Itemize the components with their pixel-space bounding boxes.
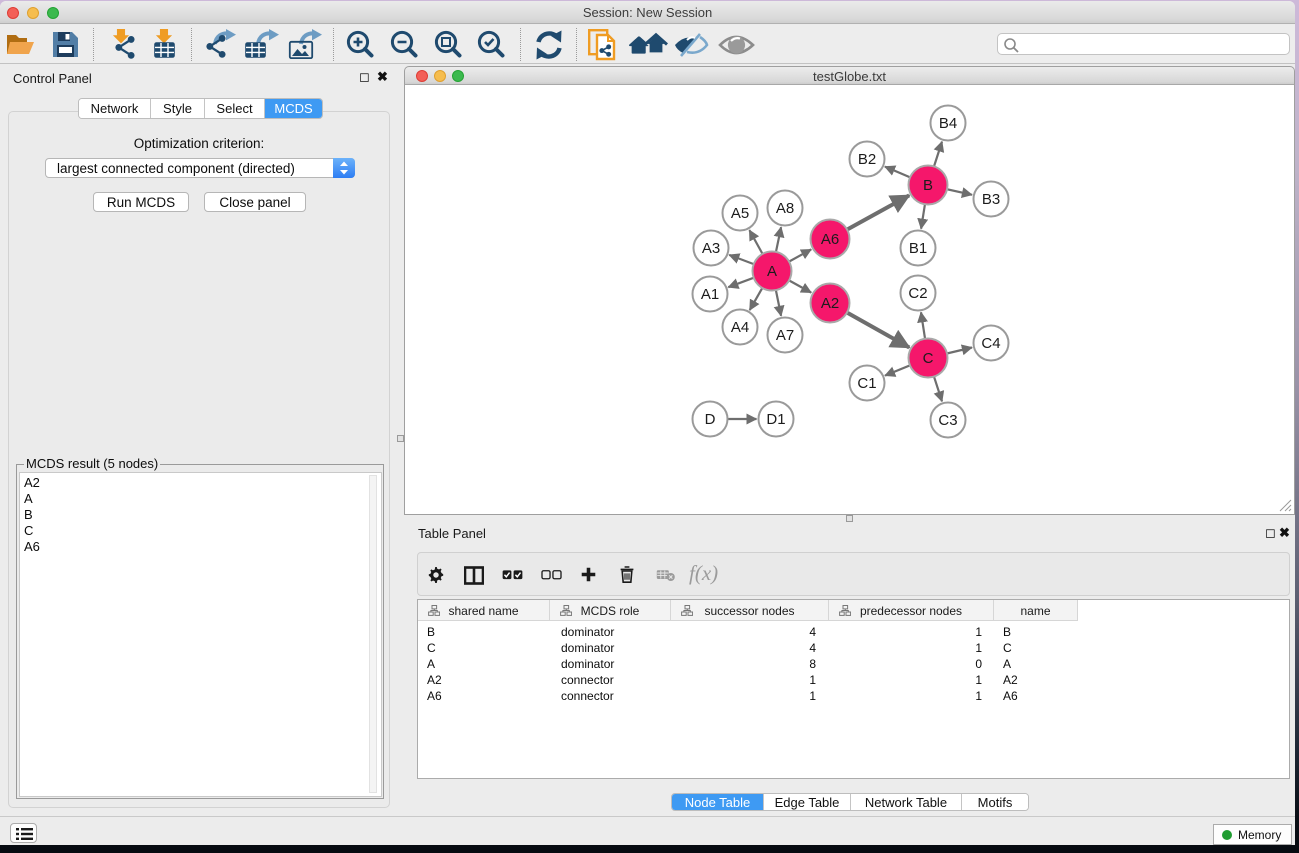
svg-text:A2: A2 [821, 295, 839, 312]
svg-text:D: D [705, 411, 716, 428]
svg-text:C3: C3 [938, 412, 957, 429]
svg-text:B2: B2 [858, 151, 876, 168]
svg-text:A8: A8 [776, 200, 794, 217]
svg-text:D1: D1 [766, 411, 785, 428]
svg-text:C: C [923, 350, 934, 367]
svg-text:B: B [923, 177, 933, 194]
svg-text:B4: B4 [939, 115, 957, 132]
svg-text:A7: A7 [776, 327, 794, 344]
svg-text:A6: A6 [821, 231, 839, 248]
svg-text:B3: B3 [982, 191, 1000, 208]
svg-text:C4: C4 [981, 335, 1000, 352]
svg-text:B1: B1 [909, 240, 927, 257]
svg-text:A4: A4 [731, 319, 749, 336]
svg-text:C1: C1 [857, 375, 876, 392]
svg-text:A1: A1 [701, 286, 719, 303]
svg-text:C2: C2 [908, 285, 927, 302]
svg-text:A5: A5 [731, 205, 749, 222]
svg-text:A: A [767, 263, 777, 280]
svg-text:A3: A3 [702, 240, 720, 257]
